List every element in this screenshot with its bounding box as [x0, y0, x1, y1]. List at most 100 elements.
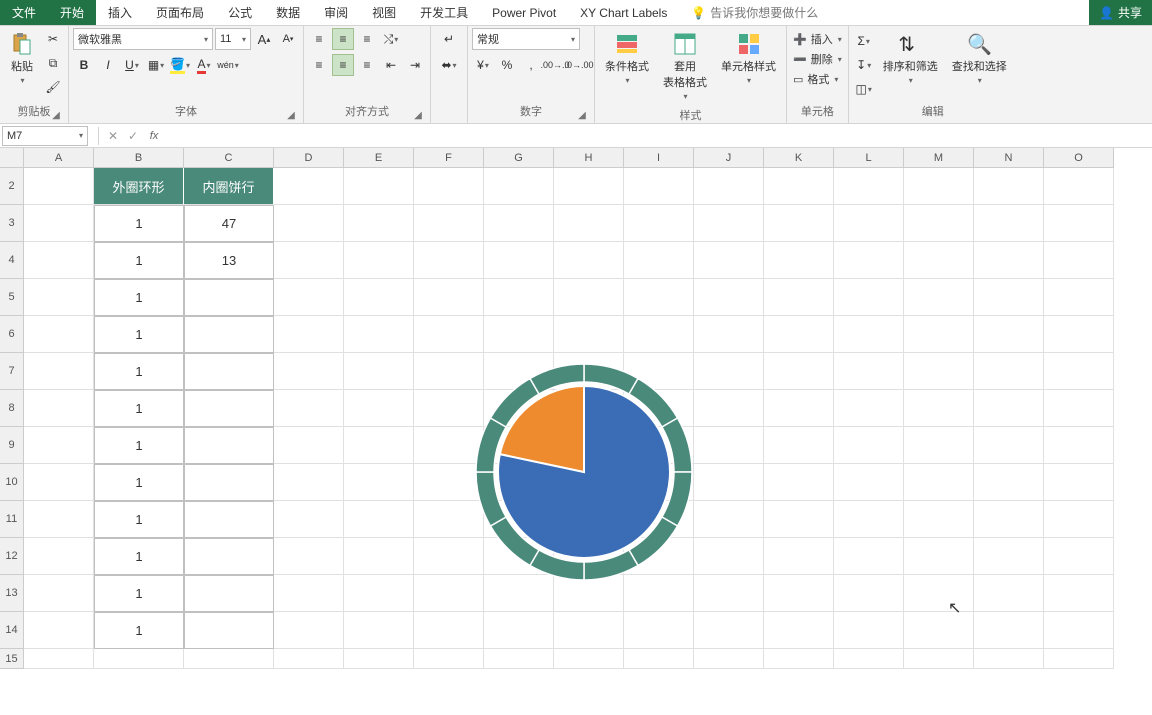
cell-G5[interactable]	[484, 279, 554, 316]
cell-D12[interactable]	[274, 538, 344, 575]
cell-O13[interactable]	[1044, 575, 1114, 612]
cell-K13[interactable]	[764, 575, 834, 612]
col-header-A[interactable]: A	[24, 148, 94, 168]
cell-K5[interactable]	[764, 279, 834, 316]
find-select-button[interactable]: 🔍查找和选择▾	[946, 28, 1013, 89]
format-cells-button[interactable]: ▭格式▾	[791, 70, 840, 88]
cell-N5[interactable]	[974, 279, 1044, 316]
cell-C9[interactable]	[184, 427, 274, 464]
enter-formula-button[interactable]: ✓	[123, 126, 143, 146]
col-header-G[interactable]: G	[484, 148, 554, 168]
tab-review[interactable]: 审阅	[312, 0, 360, 25]
cell-O11[interactable]	[1044, 501, 1114, 538]
cell-J3[interactable]	[694, 205, 764, 242]
cell-A10[interactable]	[24, 464, 94, 501]
decrease-font-button[interactable]: A▾	[277, 28, 299, 50]
cell-E7[interactable]	[344, 353, 414, 390]
cell-F15[interactable]	[414, 649, 484, 669]
cell-M6[interactable]	[904, 316, 974, 353]
cell-M3[interactable]	[904, 205, 974, 242]
cell-J12[interactable]	[694, 538, 764, 575]
cell-C6[interactable]	[184, 316, 274, 353]
cut-button[interactable]: ✂	[42, 28, 64, 50]
cell-D9[interactable]	[274, 427, 344, 464]
share-button[interactable]: 👤共享	[1089, 0, 1152, 25]
cell-B13[interactable]: 1	[94, 575, 184, 612]
cell-H4[interactable]	[554, 242, 624, 279]
cell-B3[interactable]: 1	[94, 205, 184, 242]
cell-K7[interactable]	[764, 353, 834, 390]
cell-A11[interactable]	[24, 501, 94, 538]
cell-M2[interactable]	[904, 168, 974, 205]
cancel-formula-button[interactable]: ✕	[103, 126, 123, 146]
cell-N2[interactable]	[974, 168, 1044, 205]
insert-function-button[interactable]: fx	[143, 126, 163, 146]
cell-E8[interactable]	[344, 390, 414, 427]
table-format-button[interactable]: 套用 表格格式▾	[657, 28, 713, 105]
cell-L15[interactable]	[834, 649, 904, 669]
cell-D3[interactable]	[274, 205, 344, 242]
cell-O8[interactable]	[1044, 390, 1114, 427]
cell-C2[interactable]: 内圈饼行	[184, 168, 274, 205]
cell-J10[interactable]	[694, 464, 764, 501]
phonetic-guide-button[interactable]: wén▾	[217, 54, 239, 76]
cell-J8[interactable]	[694, 390, 764, 427]
cell-L7[interactable]	[834, 353, 904, 390]
cell-N7[interactable]	[974, 353, 1044, 390]
font-name-selector[interactable]: 微软雅黑▾	[73, 28, 213, 50]
cell-J5[interactable]	[694, 279, 764, 316]
increase-font-button[interactable]: A▴	[253, 28, 275, 50]
cell-L9[interactable]	[834, 427, 904, 464]
col-header-E[interactable]: E	[344, 148, 414, 168]
cell-J14[interactable]	[694, 612, 764, 649]
cell-G15[interactable]	[484, 649, 554, 669]
col-header-M[interactable]: M	[904, 148, 974, 168]
cell-J15[interactable]	[694, 649, 764, 669]
row-header-10[interactable]: 10	[0, 464, 24, 501]
cell-N6[interactable]	[974, 316, 1044, 353]
cell-A2[interactable]	[24, 168, 94, 205]
cell-H5[interactable]	[554, 279, 624, 316]
cell-L5[interactable]	[834, 279, 904, 316]
tab-file[interactable]: 文件	[0, 0, 48, 25]
tab-formulas[interactable]: 公式	[216, 0, 264, 25]
cell-J4[interactable]	[694, 242, 764, 279]
row-header-4[interactable]: 4	[0, 242, 24, 279]
cell-A3[interactable]	[24, 205, 94, 242]
cell-E9[interactable]	[344, 427, 414, 464]
cell-D2[interactable]	[274, 168, 344, 205]
cell-M14[interactable]	[904, 612, 974, 649]
col-header-K[interactable]: K	[764, 148, 834, 168]
fill-color-button[interactable]: 🪣▾	[169, 54, 191, 76]
cell-J11[interactable]	[694, 501, 764, 538]
cell-D5[interactable]	[274, 279, 344, 316]
cell-K8[interactable]	[764, 390, 834, 427]
cell-D6[interactable]	[274, 316, 344, 353]
cell-F5[interactable]	[414, 279, 484, 316]
col-header-F[interactable]: F	[414, 148, 484, 168]
cell-A8[interactable]	[24, 390, 94, 427]
cell-K9[interactable]	[764, 427, 834, 464]
tell-me-search[interactable]: 💡告诉我你想要做什么	[679, 0, 830, 25]
row-header-5[interactable]: 5	[0, 279, 24, 316]
cell-E11[interactable]	[344, 501, 414, 538]
cell-G4[interactable]	[484, 242, 554, 279]
cell-F2[interactable]	[414, 168, 484, 205]
row-header-11[interactable]: 11	[0, 501, 24, 538]
cell-B6[interactable]: 1	[94, 316, 184, 353]
cell-K14[interactable]	[764, 612, 834, 649]
cell-B15[interactable]	[94, 649, 184, 669]
cell-I6[interactable]	[624, 316, 694, 353]
cell-I4[interactable]	[624, 242, 694, 279]
cell-F6[interactable]	[414, 316, 484, 353]
cell-K15[interactable]	[764, 649, 834, 669]
cell-O7[interactable]	[1044, 353, 1114, 390]
tab-data[interactable]: 数据	[264, 0, 312, 25]
align-middle-button[interactable]: ≡	[332, 28, 354, 50]
cell-C11[interactable]	[184, 501, 274, 538]
cell-L10[interactable]	[834, 464, 904, 501]
cell-K11[interactable]	[764, 501, 834, 538]
cell-L4[interactable]	[834, 242, 904, 279]
cell-M5[interactable]	[904, 279, 974, 316]
row-header-15[interactable]: 15	[0, 649, 24, 669]
